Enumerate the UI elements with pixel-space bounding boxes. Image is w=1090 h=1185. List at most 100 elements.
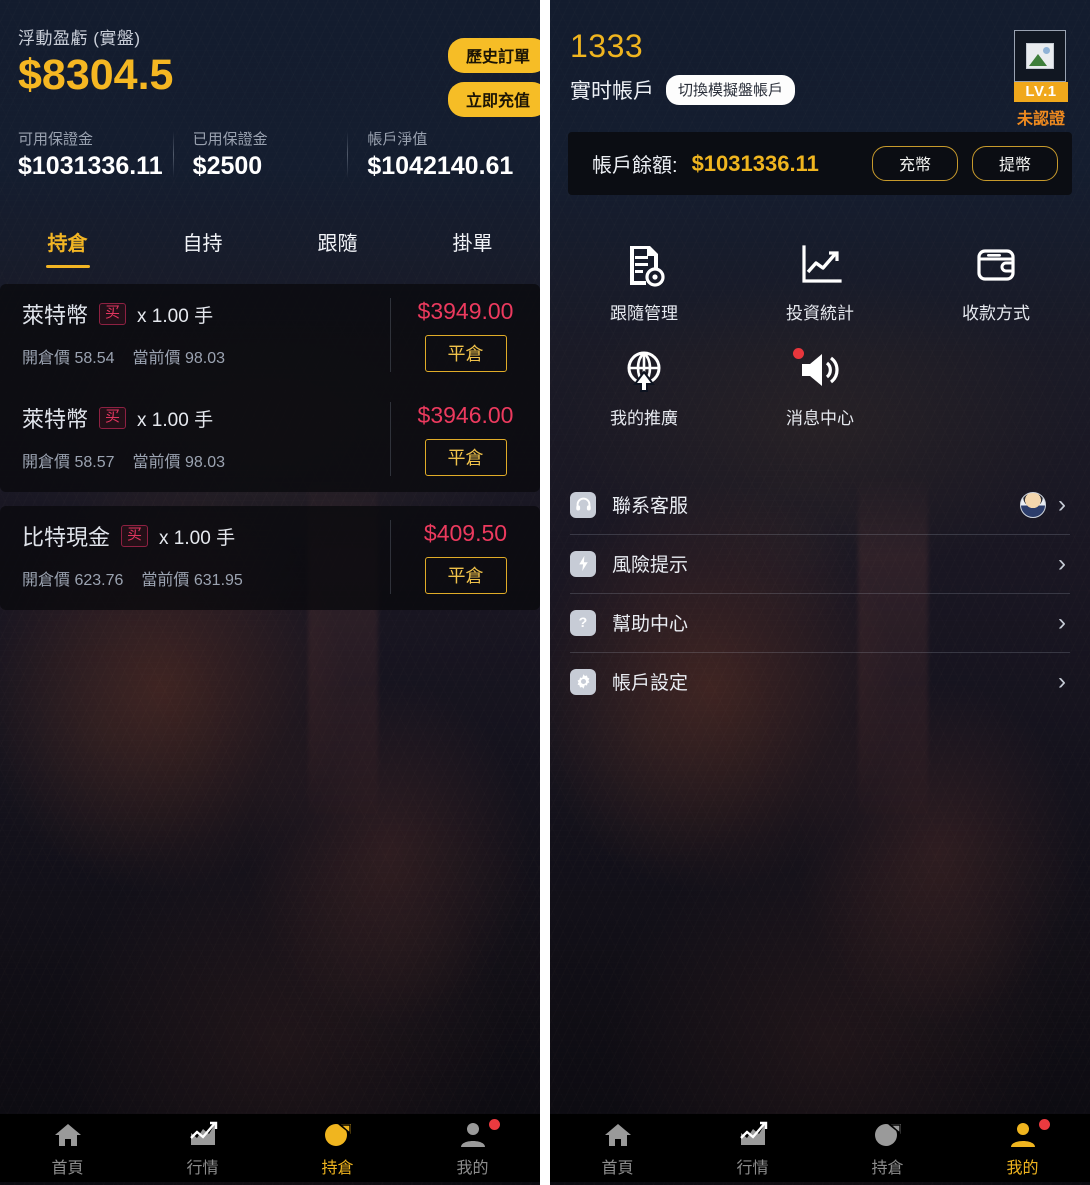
balance-value: $1031336.11 (691, 150, 819, 176)
chart-icon (135, 1119, 270, 1151)
nav-item-home[interactable]: 首頁 (550, 1119, 685, 1178)
table-row[interactable]: 萊特幣 买 x 1.00 手 開倉價 58.54 當前價 98.03 $3949… (0, 284, 540, 388)
menu-item-label: 聯系客服 (612, 496, 689, 517)
table-row[interactable]: 比特現金 买 x 1.00 手 開倉價 623.76 當前價 631.95 $4… (0, 506, 540, 610)
current-price: 當前價 98.03 (132, 454, 226, 472)
settings-menu: 聯系客服 › 風險提示 › ? 幫助中心 › 帳戶設定 › (570, 475, 1070, 711)
nav-item-positions[interactable]: 持倉 (820, 1119, 955, 1178)
menu-item-right: › (1020, 491, 1066, 518)
position-info: 萊特幣 买 x 1.00 手 開倉價 58.57 當前價 98.03 (0, 402, 390, 476)
balance-actions: 充幣 提幣 (871, 146, 1058, 181)
menu-item-label: 帳戶設定 (612, 673, 689, 694)
tab-pending-orders[interactable]: 掛單 (405, 227, 540, 268)
nav-label: 持倉 (871, 1159, 904, 1177)
switch-account-button[interactable]: 切換模擬盤帳戶 (666, 75, 796, 105)
line-chart-icon (732, 237, 908, 293)
menu-item-right: › (1058, 551, 1066, 576)
table-row[interactable]: 萊特幣 买 x 1.00 手 開倉價 58.57 當前價 98.03 $3946… (0, 388, 540, 492)
grid-item-empty (908, 330, 1084, 435)
position-symbol: 比特現金 (22, 525, 111, 551)
profile-header: 1333 實时帳戶 切換模擬盤帳戶 LV.1 未認證 (550, 0, 1090, 128)
account-type-label: 實时帳戶 (570, 80, 654, 103)
chevron-right-icon: › (1058, 608, 1066, 636)
grid-item-investment-stats[interactable]: 投資統計 (732, 225, 908, 330)
feature-grid: 跟隨管理 投資統計 收款方式 我的推廣 消息中心 (556, 225, 1084, 435)
nav-label: 我的 (1006, 1159, 1039, 1177)
pie-icon (820, 1119, 955, 1151)
speaker-icon (732, 342, 908, 398)
avatar[interactable] (1014, 30, 1066, 82)
stat-value: $2500 (192, 152, 263, 181)
user-icon (955, 1119, 1090, 1151)
grid-item-message-center[interactable]: 消息中心 (732, 330, 908, 435)
wallet-icon (908, 237, 1084, 293)
menu-item-contact-support[interactable]: 聯系客服 › (570, 475, 1070, 534)
nav-item-market[interactable]: 行情 (135, 1119, 270, 1178)
svg-text:?: ? (579, 615, 588, 631)
menu-item-risk-warning[interactable]: 風險提示 › (570, 534, 1070, 593)
grid-item-payment-methods[interactable]: 收款方式 (908, 225, 1084, 330)
notification-dot (488, 1118, 500, 1130)
user-id: 1333 (570, 28, 644, 64)
tab-holdings[interactable]: 持倉 (0, 227, 135, 268)
position-title-row: 比特現金 买 x 1.00 手 (22, 520, 390, 552)
pie-icon (270, 1119, 405, 1151)
open-price: 開倉價 58.57 (22, 454, 115, 472)
current-price: 當前價 631.95 (141, 572, 243, 590)
notification-dot (1038, 1118, 1050, 1130)
positions-screen: 浮動盈虧 (實盤) $8304.5 歷史訂單 立即充值 可用保證金 $10313… (0, 0, 540, 1185)
side-badge-buy: 买 (99, 407, 127, 429)
close-position-button[interactable]: 平倉 (424, 335, 507, 373)
nav-item-market[interactable]: 行情 (685, 1119, 820, 1178)
menu-item-right: › (1058, 608, 1066, 636)
position-symbol: 萊特幣 (22, 303, 89, 329)
position-price-row: 開倉價 58.54 當前價 98.03 (22, 344, 390, 368)
nav-item-home[interactable]: 首頁 (0, 1119, 135, 1178)
stat-label: 已用保證金 (192, 131, 268, 149)
nav-item-mine[interactable]: 我的 (405, 1118, 540, 1178)
support-agent-avatar[interactable] (1020, 491, 1046, 518)
balance-label: 帳戶餘額: (592, 155, 678, 177)
gear-icon (570, 668, 596, 695)
bottom-navigation: 首頁 行情 持倉 我的 (0, 1114, 540, 1182)
tab-follow[interactable]: 跟隨 (270, 227, 405, 268)
menu-item-help-center[interactable]: ? 幫助中心 › (570, 593, 1070, 652)
deposit-now-button[interactable]: 立即充值 (448, 82, 540, 117)
avatar-block[interactable]: LV.1 未認證 (1014, 30, 1068, 129)
stat-value: $1042140.61 (367, 152, 514, 181)
position-price-row: 開倉價 58.57 當前價 98.03 (22, 448, 390, 472)
tab-self-held[interactable]: 自持 (135, 227, 270, 268)
chart-icon (685, 1119, 820, 1151)
position-title-row: 萊特幣 买 x 1.00 手 (22, 402, 390, 434)
nav-item-positions[interactable]: 持倉 (270, 1119, 405, 1178)
withdraw-button[interactable]: 提幣 (971, 146, 1058, 181)
close-position-button[interactable]: 平倉 (424, 439, 507, 477)
home-icon (550, 1119, 685, 1151)
menu-item-account-settings[interactable]: 帳戶設定 › (570, 652, 1070, 711)
position-quantity: x 1.00 手 (137, 305, 214, 327)
grid-item-follow-management[interactable]: 跟隨管理 (556, 225, 732, 330)
position-actions: $3949.00 平倉 (390, 298, 540, 373)
menu-item-label: 風險提示 (612, 555, 689, 576)
stat-account-equity: 帳戶淨值 $1042140.61 (347, 128, 522, 181)
grid-item-label: 跟隨管理 (609, 304, 678, 323)
globe-share-icon (556, 342, 732, 398)
menu-item-right: › (1058, 669, 1066, 694)
stat-label: 帳戶淨值 (367, 131, 428, 149)
grid-item-label: 收款方式 (961, 304, 1030, 323)
status-badge: 未認證 (1016, 111, 1065, 128)
history-orders-button[interactable]: 歷史訂單 (448, 38, 540, 73)
position-group: 比特現金 买 x 1.00 手 開倉價 623.76 當前價 631.95 $4… (0, 506, 540, 611)
balance-bar: 帳戶餘額: $1031336.11 充幣 提幣 (568, 132, 1072, 195)
user-icon (405, 1119, 540, 1151)
nav-item-mine[interactable]: 我的 (955, 1118, 1090, 1178)
deposit-button[interactable]: 充幣 (871, 146, 958, 181)
question-icon: ? (570, 609, 596, 636)
menu-item-label: 幫助中心 (612, 614, 689, 635)
grid-item-my-promotion[interactable]: 我的推廣 (556, 330, 732, 435)
notification-dot (792, 348, 804, 359)
lightning-icon (570, 550, 596, 577)
position-quantity: x 1.00 手 (159, 527, 236, 549)
headset-icon (570, 491, 596, 518)
close-position-button[interactable]: 平倉 (424, 557, 507, 595)
